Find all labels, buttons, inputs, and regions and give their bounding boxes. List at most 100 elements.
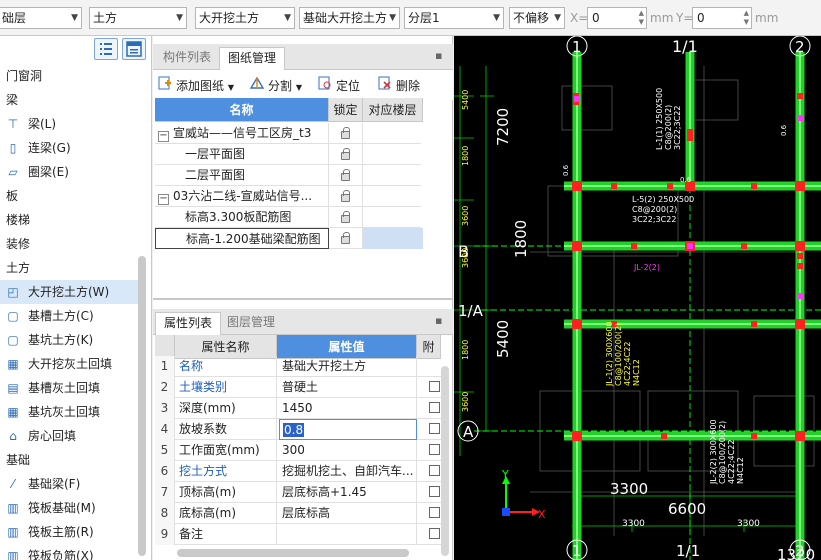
floor-cell[interactable]: [363, 144, 423, 165]
property-row[interactable]: 8 底标高(m) 层底标高: [155, 503, 441, 524]
attach-checkbox[interactable]: [429, 465, 440, 476]
tree-item[interactable]: ▢ 基槽土方(C): [0, 304, 146, 328]
drawing-row[interactable]: 二层平面图: [155, 165, 421, 186]
attach-checkbox[interactable]: [429, 444, 440, 455]
x-offset-input[interactable]: 0 ▲ ▼: [587, 7, 647, 29]
tree-item[interactable]: 楼梯: [0, 208, 146, 232]
attach-checkbox[interactable]: [429, 507, 440, 518]
tree-item[interactable]: ▦ 大开挖灰土回填: [0, 352, 146, 376]
collapse-icon[interactable]: −: [158, 131, 169, 142]
component-name-combo[interactable]: 基础大开挖土方 ▼: [299, 7, 400, 29]
component-type-combo[interactable]: 大开挖土方 ▼: [195, 7, 295, 29]
floor-cell[interactable]: [363, 207, 423, 228]
property-value[interactable]: 层底标高: [279, 503, 417, 524]
tree-item[interactable]: ⁄ 基础梁(F): [0, 472, 146, 496]
property-value[interactable]: 300: [279, 440, 417, 461]
tree-item[interactable]: ▱ 圈梁(E): [0, 160, 146, 184]
drawing-row[interactable]: 标高3.300板配筋图: [155, 207, 421, 228]
y-offset-input[interactable]: 0 ▲ ▼: [692, 7, 752, 29]
offset-combo[interactable]: 不偏移 ▼: [509, 7, 565, 29]
drawing-row[interactable]: 一层平面图: [155, 144, 421, 165]
property-row[interactable]: 6 挖土方式 挖掘机挖土、自卸汽车...: [155, 461, 441, 482]
property-scrollbar[interactable]: [441, 366, 449, 556]
attach-checkbox[interactable]: [429, 402, 440, 413]
spinner-icon[interactable]: ▲ ▼: [744, 9, 749, 27]
tree-item[interactable]: ▥ 筏板基础(M): [0, 496, 146, 520]
beam-label: 4C22;4C22: [623, 342, 632, 386]
lock-cell[interactable]: [329, 144, 363, 165]
tree-item[interactable]: 装修: [0, 232, 146, 256]
locate-button[interactable]: 定位: [317, 76, 360, 94]
tree-item[interactable]: ▥ 筏板主筋(R): [0, 520, 146, 544]
col-header-floor[interactable]: 对应楼层: [363, 98, 423, 122]
col-header-lock[interactable]: 锁定: [329, 98, 363, 122]
slope-coefficient-input[interactable]: 0.8: [279, 419, 417, 440]
property-row[interactable]: 3 深度(mm) 1450: [155, 398, 441, 419]
attach-checkbox[interactable]: [429, 528, 440, 539]
tree-scrollbar[interactable]: [138, 256, 146, 556]
lock-cell[interactable]: [329, 123, 363, 144]
drawing-row[interactable]: − 宣威站——信号工区房_t3: [155, 123, 421, 144]
attach-checkbox[interactable]: [429, 423, 440, 434]
property-value[interactable]: 层底标高+1.45: [279, 482, 417, 503]
property-value[interactable]: 挖掘机挖土、自卸汽车...: [279, 461, 417, 482]
spinner-icon[interactable]: ▲ ▼: [639, 9, 644, 27]
add-drawing-button[interactable]: 添加图纸 ▼: [157, 76, 234, 94]
floor-cell[interactable]: [363, 186, 423, 207]
tree-item[interactable]: 基础: [0, 448, 146, 472]
tree-item[interactable]: ▥ 筏板负筋(X): [0, 544, 146, 560]
list-view-button[interactable]: [94, 38, 118, 60]
tree-item[interactable]: ▢ 基坑土方(K): [0, 328, 146, 352]
tree-item[interactable]: ◰ 大开挖土方(W): [0, 280, 146, 304]
property-value[interactable]: [279, 524, 417, 545]
property-value[interactable]: 普硬土: [279, 377, 417, 398]
tree-item[interactable]: 板: [0, 184, 146, 208]
attach-checkbox[interactable]: [429, 381, 440, 392]
lock-cell[interactable]: [329, 228, 363, 249]
tree-item[interactable]: ⌂ 房心回填: [0, 424, 146, 448]
layer-combo[interactable]: 分层1 ▼: [404, 7, 504, 29]
card-view-button[interactable]: [122, 38, 146, 60]
pin-icon[interactable]: ▪: [435, 314, 442, 327]
property-row[interactable]: 9 备注: [155, 524, 441, 545]
tree-item[interactable]: ▤ 基槽灰土回填: [0, 376, 146, 400]
property-row[interactable]: 1 名称 基础大开挖土方: [155, 356, 441, 377]
property-value[interactable]: 基础大开挖土方: [279, 356, 417, 377]
delete-button[interactable]: 删除: [377, 76, 420, 94]
lock-cell[interactable]: [329, 186, 363, 207]
property-row[interactable]: 5 工作面宽(mm) 300: [155, 440, 441, 461]
col-header-name[interactable]: 名称: [155, 98, 329, 122]
property-row[interactable]: 7 顶标高(m) 层底标高+1.45: [155, 482, 441, 503]
lock-cell[interactable]: [329, 207, 363, 228]
tab-component-list[interactable]: 构件列表: [155, 47, 219, 70]
tab-drawing-management[interactable]: 图纸管理: [219, 47, 286, 70]
tree-item[interactable]: 门窗洞: [0, 64, 146, 88]
tree-item[interactable]: ▯ 连梁(G): [0, 136, 146, 160]
tree-item[interactable]: ⊤ 梁(L): [0, 112, 146, 136]
tab-property-list[interactable]: 属性列表: [155, 312, 222, 335]
drawing-row[interactable]: −03六沾二线-宣威站信号...: [155, 186, 421, 207]
floor-cell[interactable]: [363, 165, 423, 186]
lock-cell[interactable]: [329, 165, 363, 186]
horizontal-scrollbar[interactable]: [177, 549, 409, 557]
split-button[interactable]: 分割 ▼: [249, 76, 302, 94]
x-unit: mm: [650, 11, 674, 25]
pin-icon[interactable]: ▪: [435, 49, 442, 62]
cad-drawing-canvas[interactable]: 1 1/1 2 B 1/A A 1 1/1 2 7200 1800 5400 3300 6600 1320 3…: [454, 36, 821, 560]
property-value[interactable]: 1450: [279, 398, 417, 419]
floor-cell[interactable]: [363, 228, 423, 249]
cad-drawing[interactable]: 1 1/1 2B1/AA1 1/1 27200180054003300660013203…: [454, 36, 821, 560]
drawing-row[interactable]: 标高-1.200基础梁配筋图: [155, 228, 423, 249]
collapse-icon[interactable]: −: [158, 194, 169, 205]
panel-splitter[interactable]: [153, 298, 453, 300]
tree-item[interactable]: 梁: [0, 88, 146, 112]
tree-item[interactable]: 土方: [0, 256, 146, 280]
attach-checkbox[interactable]: [429, 486, 440, 497]
property-row[interactable]: 4 放坡系数 0.8: [155, 419, 441, 440]
floor-cell[interactable]: [363, 123, 423, 144]
property-row[interactable]: 2 土壤类别 普硬土: [155, 377, 441, 398]
floor-combo[interactable]: 础层 ▼: [0, 7, 82, 29]
category-combo[interactable]: 土方 ▼: [89, 7, 187, 29]
tab-layer-management[interactable]: 图层管理: [219, 312, 283, 335]
tree-item[interactable]: ▦ 基坑灰土回填: [0, 400, 146, 424]
